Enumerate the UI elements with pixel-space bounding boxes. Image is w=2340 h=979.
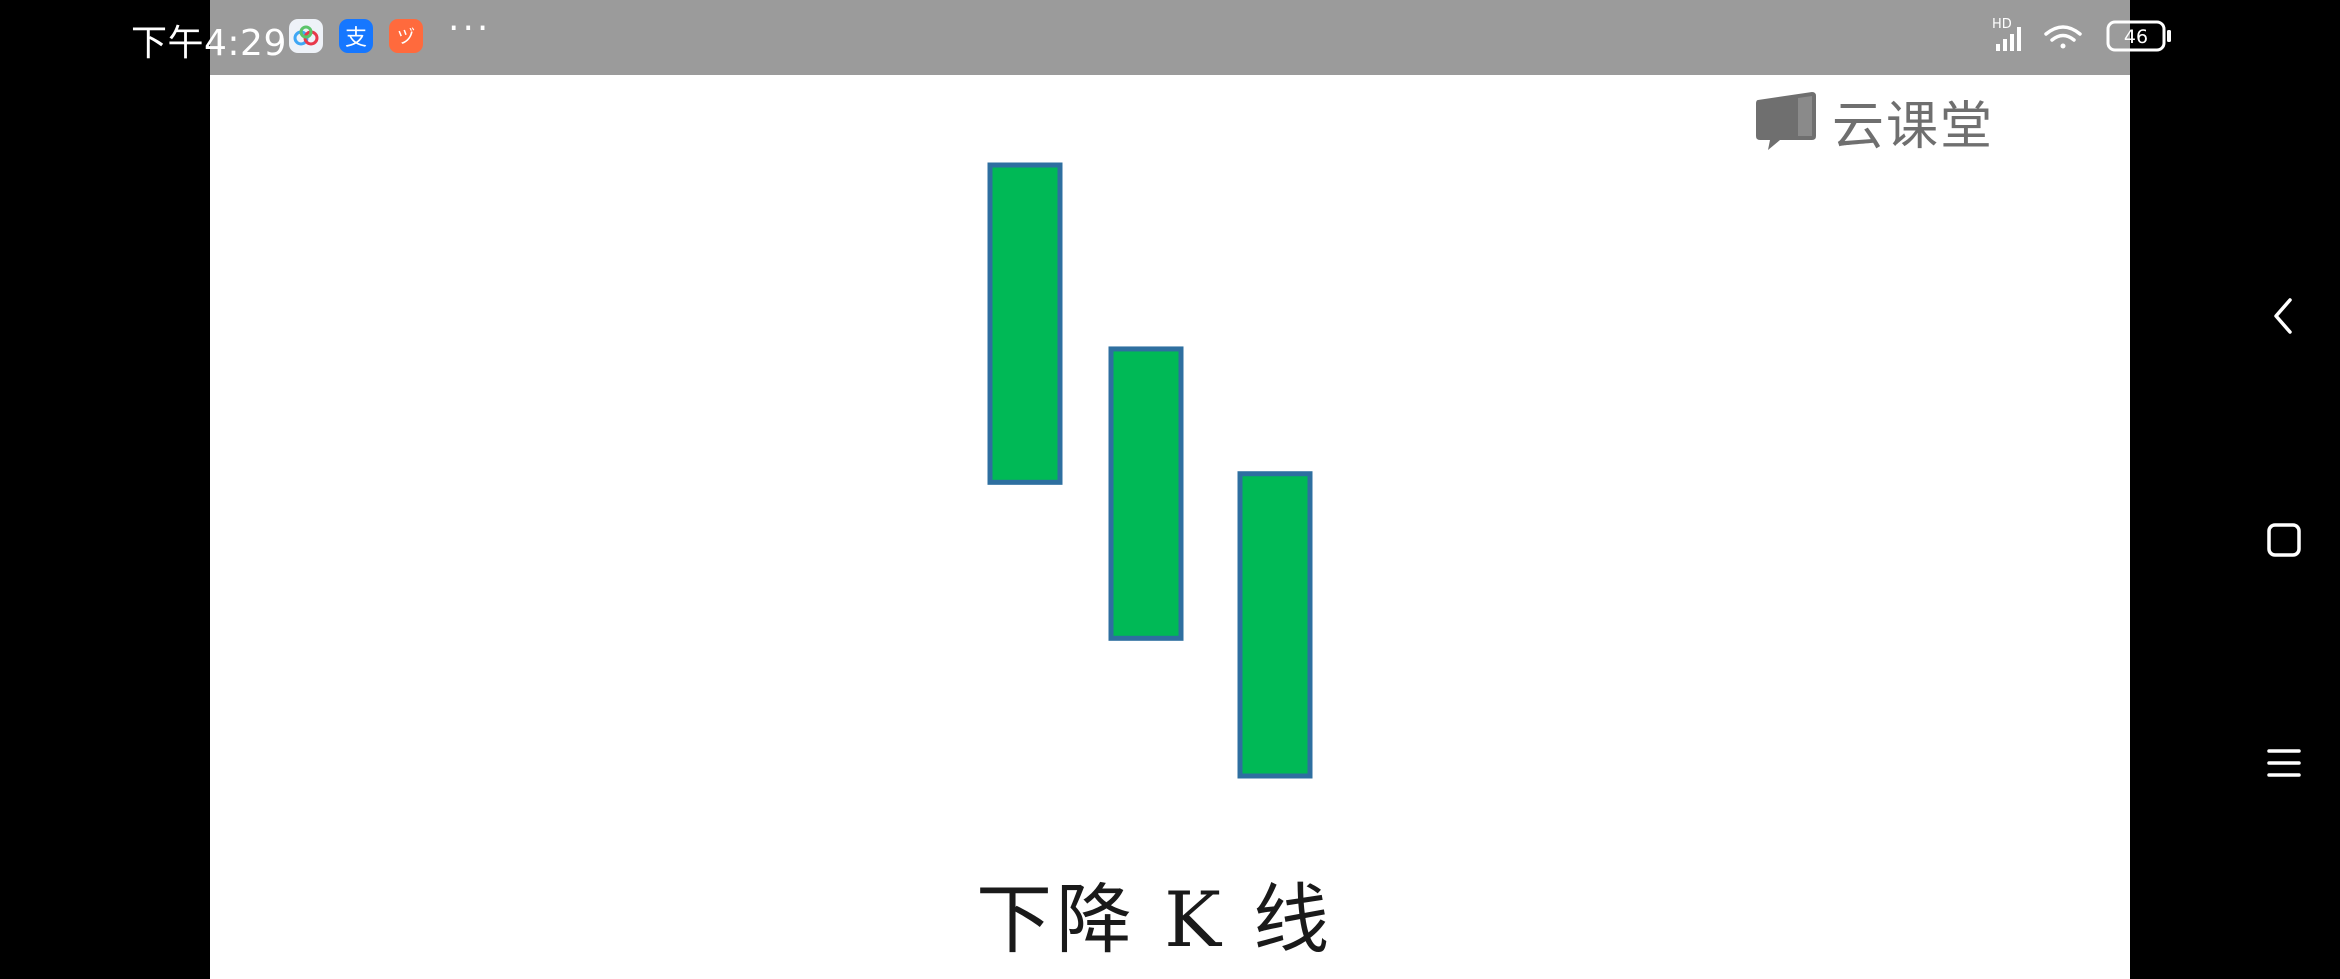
taobao-icon: ヅ — [389, 19, 423, 53]
menu-button[interactable] — [2254, 733, 2314, 793]
battery-icon: 46 — [2106, 20, 2171, 52]
signal-icon: HD — [1992, 17, 2021, 51]
device-screen: 云课堂 下降 K 线 下午4:29 支 ヅ ··· HD 46 — [0, 0, 2340, 979]
status-bar-background — [210, 0, 2130, 75]
home-button[interactable] — [2254, 510, 2314, 570]
alipay-icon: 支 — [339, 19, 373, 53]
more-notifications-icon: ··· — [448, 8, 492, 49]
chart-title: 下降 K 线 — [976, 875, 1334, 964]
back-button[interactable] — [2254, 286, 2314, 346]
candle-2 — [1108, 346, 1184, 641]
taobao-glyph: ヅ — [397, 27, 415, 48]
candle-3 — [1237, 471, 1313, 779]
alipay-glyph: 支 — [344, 26, 367, 51]
hamburger-menu-icon — [2267, 749, 2301, 777]
candlestick-chart — [987, 162, 1313, 779]
network-label: HD — [1992, 17, 2012, 32]
status-bar: 下午4:29 支 ヅ ··· HD 46 — [0, 0, 2340, 75]
wifi-icon — [2044, 25, 2082, 49]
system-indicators: HD 46 — [1990, 14, 2180, 58]
baidu-netdisk-icon — [289, 19, 323, 53]
battery-level: 46 — [2124, 26, 2148, 48]
status-time: 下午4:29 — [131, 23, 287, 64]
chevron-left-icon — [2274, 298, 2292, 334]
candle-1 — [987, 162, 1063, 485]
square-icon — [2267, 523, 2301, 557]
